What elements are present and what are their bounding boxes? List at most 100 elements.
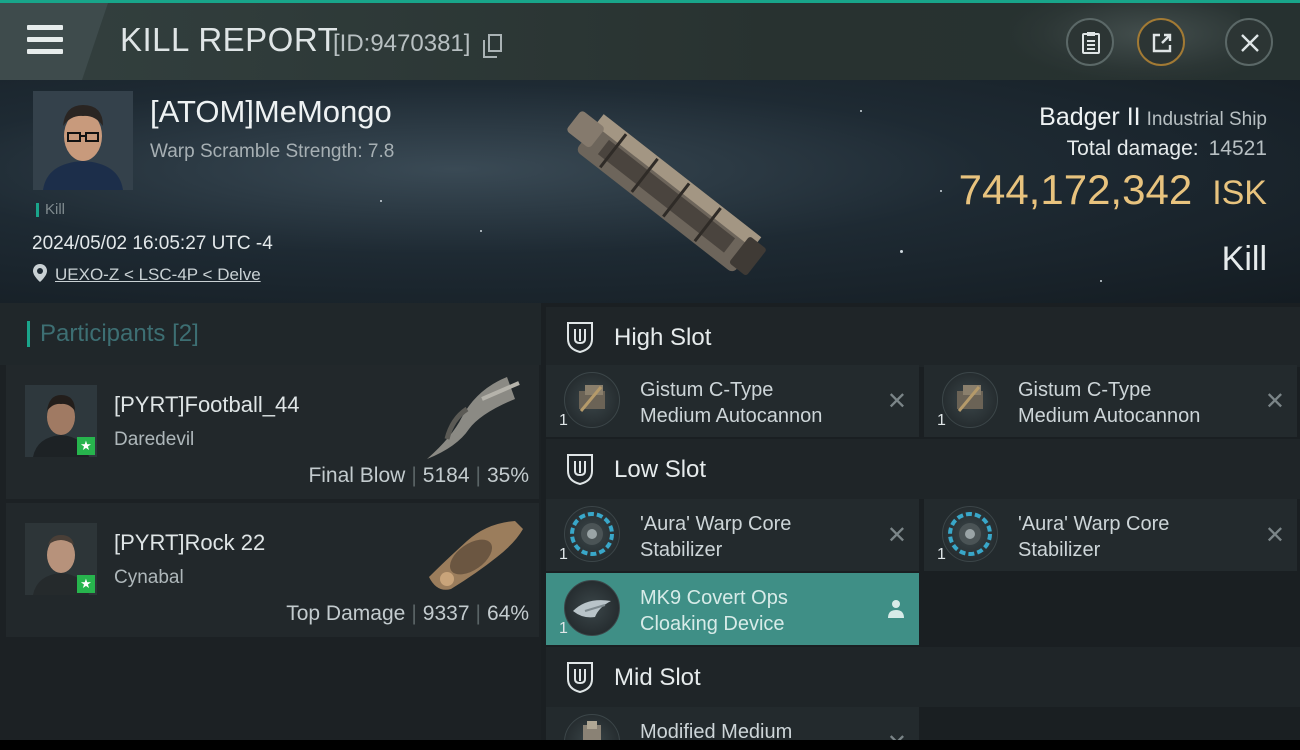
module-name: Gistum C-Type Medium Autocannon	[640, 377, 822, 429]
header-decoration	[1010, 3, 1240, 80]
module-name-line2: Stabilizer	[640, 539, 723, 561]
fitting-panel: High Slot 1 Gistum C-Type Medium Autocann…	[541, 303, 1300, 750]
participants-panel: Participants [2] ★ [PYRT]Football_44 Dar…	[0, 303, 541, 750]
star	[480, 230, 482, 232]
kill-location-link[interactable]: UEXO-Z < LSC-4P < Delve	[55, 265, 261, 285]
x-icon[interactable]: ✕	[1265, 521, 1285, 550]
victim-portrait[interactable]	[33, 91, 133, 190]
module-name-line2: Cloaking Device	[640, 613, 785, 635]
close-button[interactable]	[1225, 18, 1273, 66]
report-id: [ID:9470381]	[333, 30, 471, 57]
module-name-line2: Medium Autocannon	[1018, 405, 1201, 427]
module-name-line1: 'Aura' Warp Core	[640, 513, 792, 535]
mid-slot-header: Mid Slot	[546, 647, 1300, 707]
participant-percent: 35%	[486, 464, 529, 487]
participant-card[interactable]: ★ [PYRT]Football_44 Daredevil Final Blow…	[6, 365, 539, 499]
ship-name-text: Badger II	[1039, 103, 1141, 131]
page-title: KILL REPORT	[120, 21, 339, 58]
warp-core-stabilizer-icon	[942, 506, 998, 562]
fitted-module[interactable]: 1 Gistum C-Type Medium Autocannon ✕	[546, 365, 919, 437]
module-quantity: 1	[559, 546, 568, 563]
module-name-line1: Gistum C-Type	[640, 379, 774, 401]
star	[380, 200, 382, 202]
total-damage-value: 14521	[1208, 137, 1267, 160]
module-name-line2: Medium Autocannon	[640, 405, 823, 427]
participant-ship: Cynabal	[114, 567, 184, 588]
menu-button[interactable]	[0, 3, 108, 80]
participant-portrait: ★	[25, 523, 97, 595]
module-name-line1: Gistum C-Type	[1018, 379, 1152, 401]
kill-tag: Kill	[36, 202, 65, 217]
module-name-line2: Stabilizer	[1018, 539, 1101, 561]
warp-core-stabilizer-icon	[564, 506, 620, 562]
autocannon-icon	[942, 372, 998, 428]
star	[1100, 280, 1102, 282]
participant-stats: Top Damage | 9337 | 64%	[286, 602, 529, 626]
module-name: 'Aura' Warp Core Stabilizer	[640, 511, 791, 563]
victim-ship-name[interactable]: Badger II Industrial Ship	[1039, 103, 1267, 132]
participant-name[interactable]: [PYRT]Football_44	[114, 392, 299, 418]
slot-shield-icon	[567, 322, 593, 353]
victim-ship-image	[567, 111, 766, 276]
star	[860, 110, 862, 112]
close-icon	[1241, 34, 1259, 52]
participants-header: Participants [2]	[0, 303, 541, 365]
mid-slot-title: Mid Slot	[614, 664, 701, 691]
victim-subtitle: Warp Scramble Strength: 7.8	[150, 141, 395, 162]
module-quantity: 1	[559, 620, 568, 637]
fitted-module[interactable]: 1 'Aura' Warp Core Stabilizer ✕	[546, 499, 919, 571]
module-name: Gistum C-Type Medium Autocannon	[1018, 377, 1200, 429]
copy-icon[interactable]	[483, 34, 502, 58]
pilot-portrait-image	[33, 91, 133, 190]
module-name: MK9 Covert Ops Cloaking Device	[640, 585, 788, 637]
total-damage-label: Total damage:	[1066, 137, 1199, 160]
slot-shield-icon	[567, 454, 593, 485]
fitted-module[interactable]: 1 'Aura' Warp Core Stabilizer ✕	[924, 499, 1297, 571]
total-damage: Total damage: 14521	[1067, 137, 1267, 161]
x-icon[interactable]: ✕	[1265, 387, 1285, 416]
participant-stats: Final Blow | 5184 | 35%	[308, 464, 529, 488]
module-name-line1: 'Aura' Warp Core	[1018, 513, 1170, 535]
ship-class: Industrial Ship	[1146, 109, 1267, 130]
hamburger-icon	[27, 25, 63, 61]
participant-portrait: ★	[25, 385, 97, 457]
fitted-module[interactable]: 1 Gistum C-Type Medium Autocannon ✕	[924, 365, 1297, 437]
participant-ship-image	[429, 521, 523, 590]
high-slot-header: High Slot	[546, 307, 1300, 367]
participant-damage: 9337	[422, 602, 470, 625]
cloaking-device-icon	[564, 580, 620, 636]
corp-star-icon: ★	[77, 437, 95, 455]
isk-unit: ISK	[1212, 174, 1267, 212]
stat-separator: |	[411, 464, 417, 487]
clipboard-icon	[1082, 32, 1100, 54]
kill-datetime: 2024/05/02 16:05:27 UTC -4	[32, 233, 273, 254]
participant-name[interactable]: [PYRT]Rock 22	[114, 530, 265, 556]
location-pin-icon	[33, 264, 47, 282]
low-slot-title: Low Slot	[614, 456, 707, 483]
stat-separator: |	[411, 602, 417, 625]
participant-card[interactable]: ★ [PYRT]Rock 22 Cynabal Top Damage | 9337 |…	[6, 503, 539, 637]
share-button[interactable]	[1137, 18, 1185, 66]
share-icon	[1152, 33, 1172, 53]
corp-star-icon: ★	[77, 575, 95, 593]
fitted-module-dropped[interactable]: 1 MK9 Covert Ops Cloaking Device	[546, 573, 919, 645]
participant-damage: 5184	[422, 464, 470, 487]
participant-role: Final Blow	[308, 464, 406, 487]
module-name-line1: MK9 Covert Ops	[640, 587, 788, 609]
star	[940, 190, 942, 192]
x-icon[interactable]: ✕	[887, 521, 907, 550]
isk-amount: 744,172,342	[958, 166, 1193, 213]
kill-report-screen: KILL REPORT [ID:9470381] [ATOM]MeMongo W…	[0, 0, 1300, 750]
participant-role: Top Damage	[286, 602, 406, 625]
clipboard-button[interactable]	[1066, 18, 1114, 66]
x-icon[interactable]: ✕	[887, 387, 907, 416]
victim-name[interactable]: [ATOM]MeMongo	[150, 94, 392, 130]
bottom-edge	[0, 740, 1300, 750]
participant-percent: 64%	[486, 602, 529, 625]
participants-label: Participants	[40, 320, 166, 347]
isk-value: 744,172,342 ISK	[959, 166, 1267, 214]
participants-title[interactable]: Participants [2]	[27, 321, 199, 347]
high-slot-title: High Slot	[614, 324, 712, 351]
person-icon	[888, 600, 904, 618]
module-quantity: 1	[937, 546, 946, 563]
